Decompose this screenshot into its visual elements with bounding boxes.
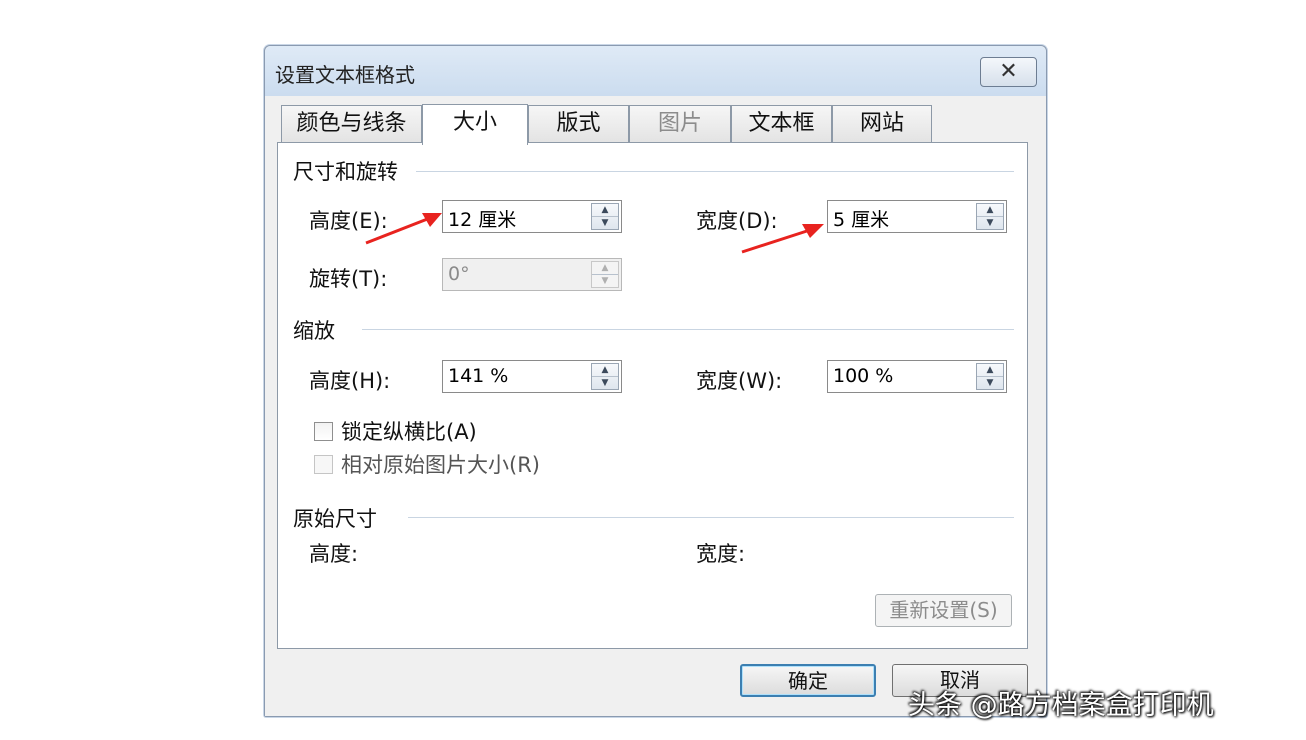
group-title-scale: 缩放	[293, 319, 335, 343]
close-button[interactable]: ✕	[980, 57, 1037, 87]
rotate-spinner: 0° ▲ ▼	[442, 258, 622, 291]
width-spinner[interactable]: 5 厘米 ▲ ▼	[827, 200, 1007, 233]
down-arrow-icon[interactable]: ▼	[592, 217, 618, 230]
ok-button[interactable]: 确定	[740, 664, 876, 697]
tab-color-line[interactable]: 颜色与线条	[281, 105, 422, 143]
tab-picture: 图片	[629, 105, 731, 143]
rotate-label: 旋转(T):	[309, 267, 388, 291]
format-textbox-dialog: 设置文本框格式 ✕ 颜色与线条 大小 版式 图片 文本框 网站 尺寸和旋转 高度…	[264, 45, 1047, 717]
height-spin-arrows[interactable]: ▲ ▼	[591, 203, 619, 230]
height-value: 12 厘米	[448, 209, 517, 231]
scale-height-spin-arrows[interactable]: ▲ ▼	[591, 363, 619, 390]
reset-button: 重新设置(S)	[875, 594, 1012, 627]
original-width-label: 宽度:	[696, 542, 746, 566]
width-spin-arrows[interactable]: ▲ ▼	[976, 203, 1004, 230]
original-height-label: 高度:	[309, 542, 359, 566]
scale-height-value: 141 %	[448, 365, 509, 387]
group-title-size-rotate: 尺寸和旋转	[293, 160, 398, 184]
height-spinner[interactable]: 12 厘米 ▲ ▼	[442, 200, 622, 233]
down-arrow-icon[interactable]: ▼	[977, 217, 1003, 230]
down-arrow-icon: ▼	[601, 276, 609, 286]
up-arrow-icon[interactable]: ▲	[977, 204, 1003, 217]
scale-height-spinner[interactable]: 141 % ▲ ▼	[442, 360, 622, 393]
rotate-spin-arrows: ▲ ▼	[591, 261, 619, 288]
rotate-value: 0°	[448, 263, 470, 285]
scale-height-label: 高度(H):	[309, 369, 391, 393]
group-divider	[362, 329, 1014, 330]
up-arrow-icon[interactable]: ▲	[592, 364, 618, 377]
scale-width-value: 100 %	[833, 365, 894, 387]
tab-layout[interactable]: 版式	[528, 105, 629, 143]
watermark: 头条 @路方档案盒打印机	[908, 690, 1214, 721]
width-value: 5 厘米	[833, 209, 890, 231]
group-divider	[408, 517, 1014, 518]
lock-ratio-checkbox[interactable]	[314, 422, 333, 441]
up-arrow-icon: ▲	[592, 262, 618, 275]
tab-size[interactable]: 大小	[422, 104, 528, 145]
scale-width-spinner[interactable]: 100 % ▲ ▼	[827, 360, 1007, 393]
relative-original-checkbox	[314, 455, 333, 474]
down-arrow-icon[interactable]: ▼	[592, 377, 618, 390]
up-arrow-icon[interactable]: ▲	[977, 364, 1003, 377]
group-divider	[416, 171, 1014, 172]
group-title-original: 原始尺寸	[293, 507, 377, 531]
scale-width-label: 宽度(W):	[696, 369, 783, 393]
down-arrow-icon[interactable]: ▼	[977, 377, 1003, 390]
close-icon: ✕	[999, 59, 1018, 84]
annotation-arrow-height	[365, 213, 442, 245]
annotation-arrow-width	[741, 224, 824, 254]
up-arrow-icon[interactable]: ▲	[592, 204, 618, 217]
title-bar: 设置文本框格式 ✕	[265, 46, 1046, 96]
relative-original-label: 相对原始图片大小(R)	[341, 453, 540, 477]
lock-ratio-label: 锁定纵横比(A)	[341, 420, 477, 444]
dialog-title: 设置文本框格式	[275, 63, 415, 87]
tab-web[interactable]: 网站	[832, 105, 932, 143]
scale-width-spin-arrows[interactable]: ▲ ▼	[976, 363, 1004, 390]
tab-textbox[interactable]: 文本框	[731, 105, 832, 143]
